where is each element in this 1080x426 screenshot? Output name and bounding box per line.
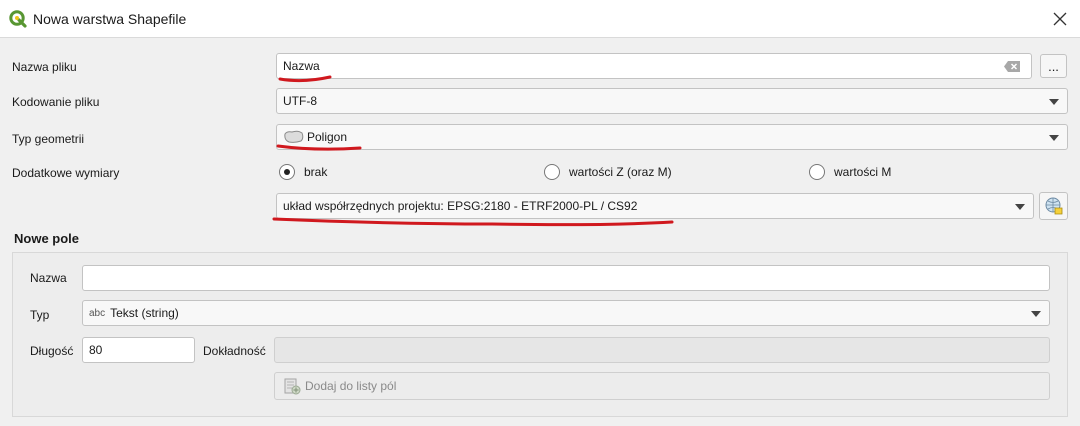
- radio-label: wartości Z (oraz M): [569, 165, 672, 179]
- qgis-logo-icon: [9, 10, 27, 28]
- crs-selector-button[interactable]: [1039, 192, 1068, 220]
- file-name-input[interactable]: Nazwa: [276, 53, 1032, 79]
- add-field-icon: [284, 378, 301, 395]
- annotation-underline: [276, 144, 362, 151]
- encoding-select[interactable]: UTF-8: [276, 88, 1068, 114]
- clear-text-icon[interactable]: [1003, 60, 1021, 73]
- radio-label: brak: [304, 165, 328, 179]
- close-icon: [1053, 12, 1067, 26]
- encoding-value: UTF-8: [283, 94, 317, 108]
- radio-z-m[interactable]: wartości Z (oraz M): [544, 164, 672, 180]
- file-name-value: Nazwa: [283, 59, 320, 73]
- length-value: 80: [89, 343, 103, 357]
- text-type-icon: abc: [89, 307, 106, 319]
- field-type-value: Tekst (string): [110, 306, 179, 320]
- chevron-down-icon: [1015, 204, 1025, 210]
- encoding-label: Kodowanie pliku: [12, 95, 100, 109]
- geometry-type-label: Typ geometrii: [12, 132, 85, 146]
- annotation-underline: [272, 217, 674, 227]
- field-name-label: Nazwa: [30, 271, 67, 285]
- file-name-label: Nazwa pliku: [12, 60, 77, 74]
- precision-input[interactable]: [274, 337, 1050, 363]
- chevron-down-icon: [1049, 99, 1059, 105]
- window-title: Nowa warstwa Shapefile: [33, 11, 187, 27]
- precision-label: Dokładność: [203, 344, 266, 358]
- length-label: Długość: [30, 344, 74, 358]
- add-to-fields-label: Dodaj do listy pól: [305, 379, 397, 393]
- title-bar: Nowa warstwa Shapefile: [0, 0, 1080, 38]
- globe-icon: [1045, 197, 1062, 215]
- length-input[interactable]: 80: [82, 337, 195, 363]
- field-type-select[interactable]: abc Tekst (string): [82, 300, 1050, 326]
- radio-m[interactable]: wartości M: [809, 164, 891, 180]
- radio-indicator: [544, 164, 560, 180]
- close-button[interactable]: [1046, 6, 1074, 32]
- new-field-group-title: Nowe pole: [14, 231, 80, 246]
- field-name-input[interactable]: [82, 265, 1050, 291]
- dimensions-label: Dodatkowe wymiary: [12, 166, 120, 180]
- radio-indicator: [809, 164, 825, 180]
- annotation-underline: [278, 75, 332, 83]
- chevron-down-icon: [1031, 311, 1041, 317]
- add-to-fields-button[interactable]: Dodaj do listy pól: [274, 372, 1050, 400]
- field-type-label: Typ: [30, 308, 50, 322]
- chevron-down-icon: [1049, 135, 1059, 141]
- radio-none[interactable]: brak: [279, 164, 327, 180]
- browse-button[interactable]: ...: [1040, 54, 1067, 78]
- geometry-type-select[interactable]: Poligon: [276, 124, 1068, 150]
- radio-label: wartości M: [834, 165, 892, 179]
- radio-indicator: [279, 164, 295, 180]
- crs-value: układ współrzędnych projektu: EPSG:2180 …: [283, 199, 638, 213]
